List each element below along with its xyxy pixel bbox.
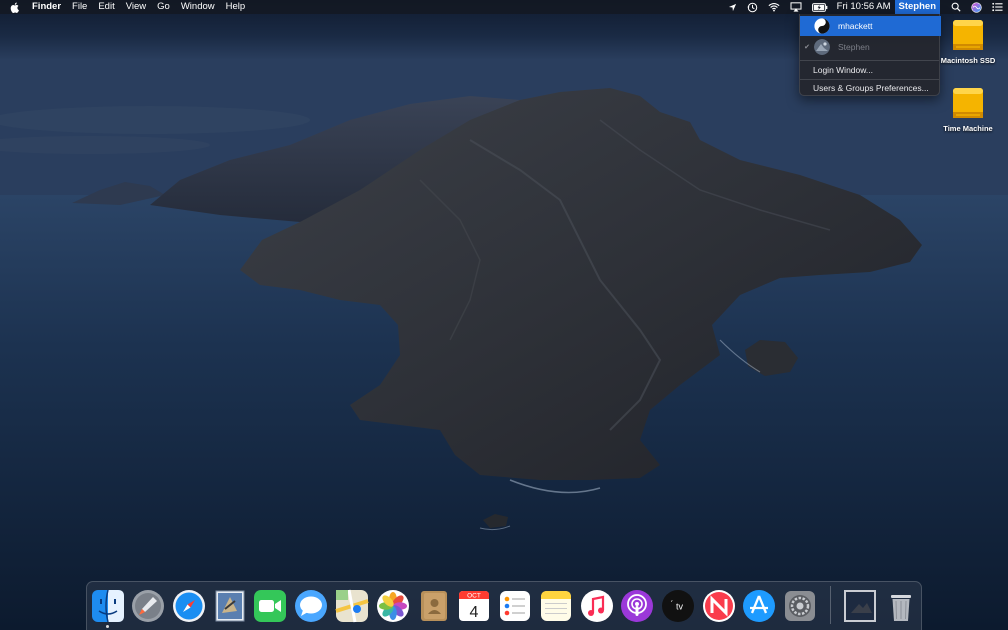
dock-maps-icon[interactable] xyxy=(335,589,369,623)
dock-reminders-icon[interactable] xyxy=(498,589,532,623)
dock-trash-icon[interactable] xyxy=(884,589,918,623)
login-window-item[interactable]: Login Window... xyxy=(813,62,873,78)
time-machine-icon[interactable] xyxy=(747,2,758,13)
user-switcher-menu: mhackett ✔ Stephen Login Window... Users… xyxy=(799,14,941,96)
menubar-clock[interactable]: Fri 10:56 AM xyxy=(837,0,891,14)
calendar-day: 4 xyxy=(470,604,479,621)
dock-notes-icon[interactable] xyxy=(539,589,573,623)
dock-finder-icon[interactable] xyxy=(91,589,125,623)
dock-podcasts-icon[interactable] xyxy=(620,589,654,623)
fast-user-switching-menu[interactable]: Stephen xyxy=(894,0,940,14)
calendar-month: OCT xyxy=(467,593,481,600)
dock-contacts-icon[interactable] xyxy=(417,589,451,623)
desktop-icon-macintosh-ssd[interactable]: Macintosh SSD xyxy=(933,18,1003,65)
wifi-icon[interactable] xyxy=(768,2,780,12)
user-row-stephen[interactable]: ✔ Stephen xyxy=(800,37,941,57)
menu-edit[interactable]: Edit xyxy=(98,0,114,14)
user-name: mhackett xyxy=(838,21,873,31)
desktop-icon-time-machine[interactable]: Time Machine xyxy=(933,86,1003,133)
status-menus: Fri 10:56 AM Stephen xyxy=(723,0,1008,14)
notification-center-icon[interactable] xyxy=(992,2,1003,12)
location-icon[interactable] xyxy=(728,3,737,12)
menu-bar: Finder File Edit View Go Window Help Fri… xyxy=(0,0,1008,14)
dock-safari-icon[interactable] xyxy=(172,589,206,623)
dock-mail-icon[interactable] xyxy=(213,589,247,623)
user-row-mhackett[interactable]: mhackett xyxy=(800,16,941,36)
user-avatar-icon xyxy=(814,18,830,34)
dock-tv-icon[interactable]: tv xyxy=(661,589,695,623)
user-name: Stephen xyxy=(838,42,870,52)
dock-desktop-folder-icon[interactable] xyxy=(843,589,877,623)
airplay-icon[interactable] xyxy=(790,2,802,12)
dock-app-store-icon[interactable] xyxy=(742,589,776,623)
dock-messages-icon[interactable] xyxy=(294,589,328,623)
dock-launchpad-icon[interactable] xyxy=(131,589,165,623)
menu-go[interactable]: Go xyxy=(157,0,170,14)
running-indicator xyxy=(106,625,109,628)
menu-separator xyxy=(800,60,939,61)
search-icon[interactable] xyxy=(951,2,961,12)
hard-drive-icon xyxy=(951,86,985,124)
dock-system-preferences-icon[interactable] xyxy=(783,589,817,623)
desktop-icon-label: Macintosh SSD xyxy=(940,56,996,65)
dock-facetime-icon[interactable] xyxy=(253,589,287,623)
menu-help[interactable]: Help xyxy=(226,0,246,14)
tv-label: tv xyxy=(676,602,684,612)
dock-music-icon[interactable] xyxy=(580,589,614,623)
user-avatar-icon xyxy=(814,39,830,55)
apple-menu-icon[interactable] xyxy=(8,2,22,13)
menu-view[interactable]: View xyxy=(126,0,146,14)
app-menu-finder[interactable]: Finder xyxy=(32,0,61,14)
dock-calendar-icon[interactable]: OCT 4 xyxy=(457,589,491,623)
dock-divider xyxy=(830,586,831,624)
menu-window[interactable]: Window xyxy=(181,0,215,14)
hard-drive-icon xyxy=(951,18,985,56)
logged-in-checkmark-icon: ✔ xyxy=(804,44,810,51)
dock-news-icon[interactable] xyxy=(702,589,736,623)
desktop-icon-label: Time Machine xyxy=(943,124,993,133)
battery-icon[interactable] xyxy=(811,2,828,12)
users-groups-preferences-item[interactable]: Users & Groups Preferences... xyxy=(813,80,929,96)
siri-icon[interactable] xyxy=(971,1,982,13)
menu-file[interactable]: File xyxy=(72,0,87,14)
dock-photos-icon[interactable] xyxy=(376,589,410,623)
